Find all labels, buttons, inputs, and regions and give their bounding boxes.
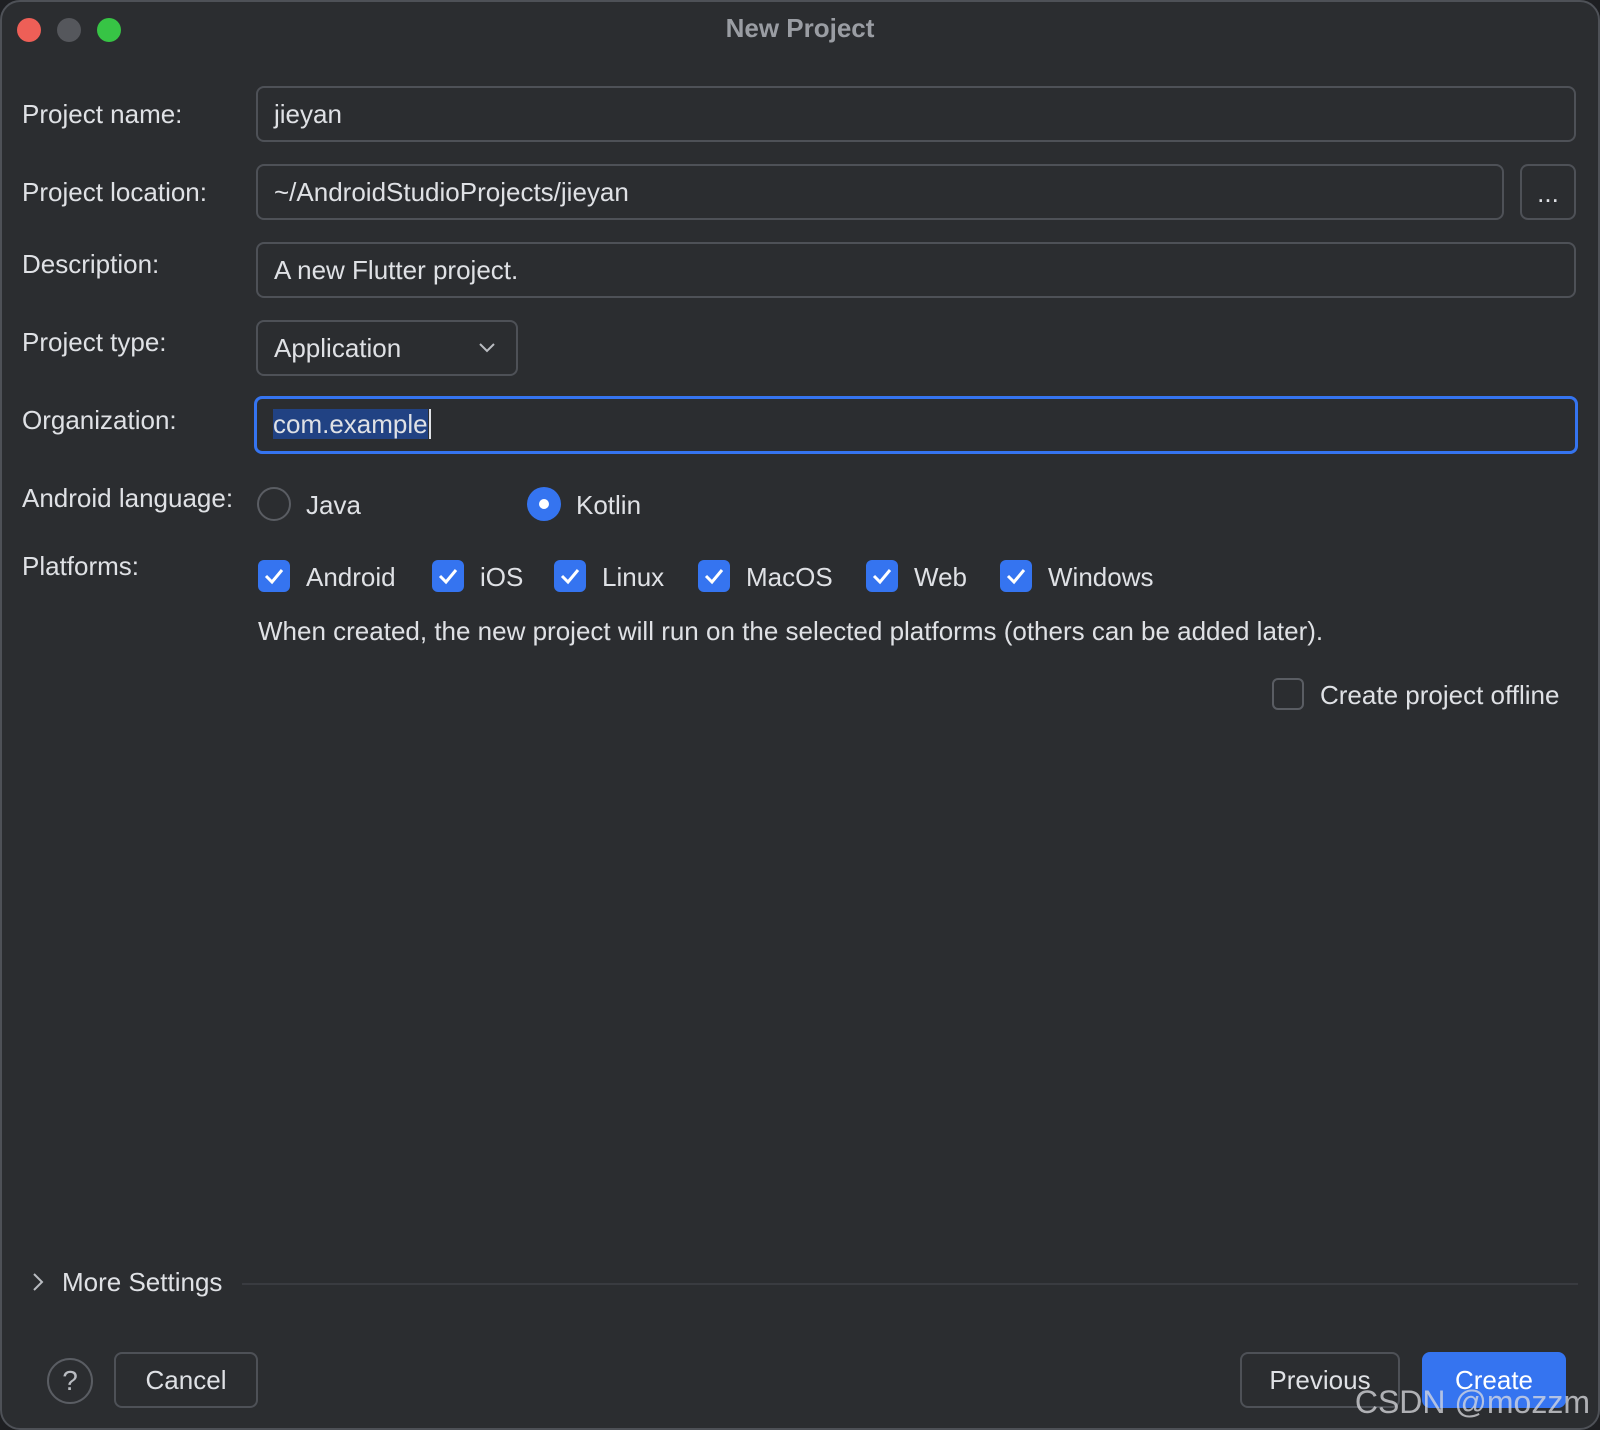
ios-checkbox[interactable] [432, 560, 464, 592]
project-location-label: Project location: [22, 177, 207, 207]
java-radio-label: Java [306, 490, 361, 520]
watermark: CSDN @mozzm [1354, 1384, 1590, 1420]
android-checkbox[interactable] [258, 560, 290, 592]
browse-location-button[interactable]: ... [1520, 164, 1576, 220]
organization-label: Organization: [22, 405, 177, 435]
platforms-hint: When created, the new project will run o… [258, 616, 1324, 646]
description-value: A new Flutter project. [274, 255, 519, 285]
title-bar: New Project [2, 2, 1598, 56]
project-name-value: jieyan [274, 99, 342, 129]
create-offline-checkbox[interactable] [1272, 678, 1304, 710]
ios-checkbox-label: iOS [480, 562, 524, 592]
linux-checkbox-label: Linux [602, 562, 665, 592]
web-checkbox[interactable] [866, 560, 898, 592]
checkmark-icon [560, 569, 580, 585]
description-label: Description: [22, 249, 160, 279]
window-title: New Project [725, 13, 875, 43]
linux-checkbox[interactable] [554, 560, 586, 592]
new-project-dialog: New Project Project name: jieyan Project… [0, 0, 1600, 1430]
cancel-button[interactable]: Cancel [114, 1352, 258, 1408]
chevron-down-icon [479, 343, 495, 353]
more-settings-label: More Settings [62, 1267, 223, 1297]
checkmark-icon [704, 569, 724, 585]
checkmark-icon [264, 569, 284, 585]
checkmark-icon [1006, 569, 1026, 585]
project-type-selected: Application [274, 333, 402, 363]
organization-input[interactable]: com.example [254, 396, 1578, 454]
text-caret [428, 409, 431, 440]
project-location-input[interactable]: ~/AndroidStudioProjects/jieyan [256, 164, 1504, 220]
project-type-dropdown[interactable]: Application [256, 320, 518, 376]
kotlin-radio-label: Kotlin [576, 490, 642, 520]
project-location-value: ~/AndroidStudioProjects/jieyan [274, 177, 629, 207]
android-checkbox-label: Android [306, 562, 396, 592]
organization-value: com.example [273, 409, 428, 439]
web-checkbox-label: Web [914, 562, 967, 592]
project-name-input[interactable]: jieyan [256, 86, 1576, 142]
checkmark-icon [872, 569, 892, 585]
chevron-right-icon [33, 1273, 44, 1291]
description-input[interactable]: A new Flutter project. [256, 242, 1576, 298]
checkmark-icon [438, 569, 458, 585]
more-settings-divider [242, 1283, 1578, 1285]
create-offline-label: Create project offline [1320, 680, 1560, 710]
windows-checkbox[interactable] [1000, 560, 1032, 592]
macos-checkbox-label: MacOS [746, 562, 833, 592]
platforms-label: Platforms: [22, 551, 140, 581]
project-type-label: Project type: [22, 327, 167, 357]
android-language-label: Android language: [22, 483, 234, 513]
windows-checkbox-label: Windows [1048, 562, 1154, 592]
java-radio[interactable] [257, 487, 291, 521]
macos-checkbox[interactable] [698, 560, 730, 592]
help-button[interactable]: ? [47, 1358, 93, 1404]
project-name-label: Project name: [22, 99, 183, 129]
kotlin-radio[interactable] [527, 487, 561, 521]
